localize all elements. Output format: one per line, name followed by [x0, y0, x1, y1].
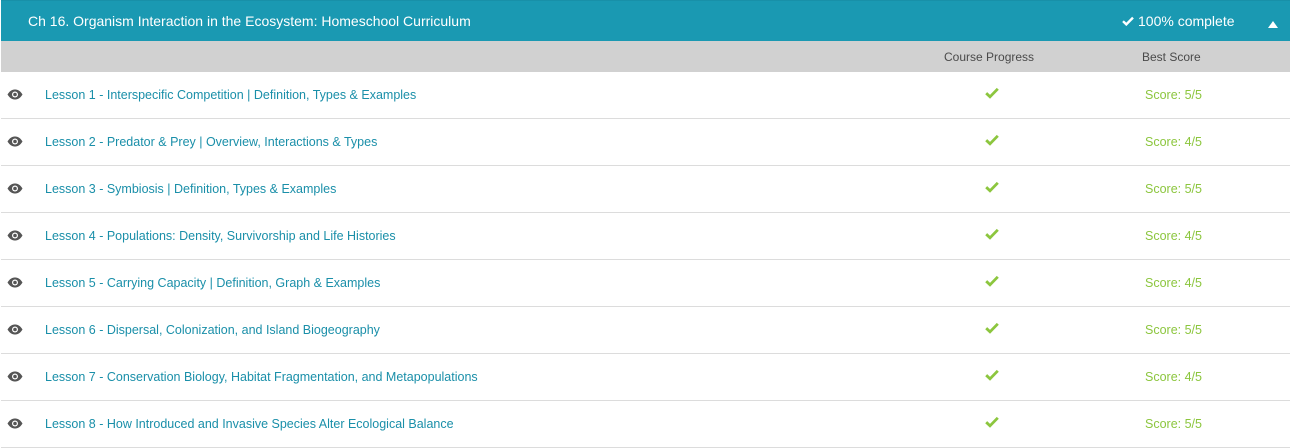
lesson-link[interactable]: Lesson 7 - Conservation Biology, Habitat… — [45, 370, 478, 384]
lesson-score: Score: 5/5 — [1145, 323, 1202, 337]
completion-label: 100% complete — [1138, 13, 1235, 29]
lesson-score: Score: 5/5 — [1145, 417, 1202, 431]
lesson-score: Score: 5/5 — [1145, 88, 1202, 102]
chapter-panel: Ch 16. Organism Interaction in the Ecosy… — [1, 0, 1290, 448]
lesson-link[interactable]: Lesson 2 - Predator & Prey | Overview, I… — [45, 135, 377, 149]
check-icon — [985, 134, 999, 146]
check-icon — [985, 322, 999, 334]
lesson-row: Lesson 8 - How Introduced and Invasive S… — [1, 401, 1290, 448]
lesson-score: Score: 4/5 — [1145, 229, 1202, 243]
check-icon — [1122, 16, 1134, 26]
lesson-row: Lesson 4 - Populations: Density, Survivo… — [1, 213, 1290, 260]
lesson-row: Lesson 3 - Symbiosis | Definition, Types… — [1, 166, 1290, 213]
eye-icon[interactable] — [7, 230, 23, 241]
lesson-score: Score: 4/5 — [1145, 276, 1202, 290]
column-header-score: Best Score — [1142, 50, 1201, 64]
check-icon — [985, 181, 999, 193]
lesson-link[interactable]: Lesson 4 - Populations: Density, Survivo… — [45, 229, 396, 243]
caret-up-icon[interactable] — [1268, 15, 1278, 33]
eye-icon[interactable] — [7, 418, 23, 429]
check-icon — [985, 416, 999, 428]
lesson-link[interactable]: Lesson 3 - Symbiosis | Definition, Types… — [45, 182, 336, 196]
eye-icon[interactable] — [7, 371, 23, 382]
lesson-row: Lesson 7 - Conservation Biology, Habitat… — [1, 354, 1290, 401]
check-icon — [985, 228, 999, 240]
lesson-score: Score: 4/5 — [1145, 135, 1202, 149]
lesson-link[interactable]: Lesson 6 - Dispersal, Colonization, and … — [45, 323, 380, 337]
lesson-row: Lesson 2 - Predator & Prey | Overview, I… — [1, 119, 1290, 166]
eye-icon[interactable] — [7, 89, 23, 100]
lesson-row: Lesson 6 - Dispersal, Colonization, and … — [1, 307, 1290, 354]
eye-icon[interactable] — [7, 183, 23, 194]
chapter-header[interactable]: Ch 16. Organism Interaction in the Ecosy… — [1, 0, 1290, 41]
chapter-title: Ch 16. Organism Interaction in the Ecosy… — [28, 13, 471, 29]
eye-icon[interactable] — [7, 277, 23, 288]
lesson-score: Score: 4/5 — [1145, 370, 1202, 384]
check-icon — [985, 369, 999, 381]
lesson-list: Lesson 1 - Interspecific Competition | D… — [1, 72, 1290, 448]
eye-icon[interactable] — [7, 136, 23, 147]
check-icon — [985, 87, 999, 99]
check-icon — [985, 275, 999, 287]
lesson-link[interactable]: Lesson 5 - Carrying Capacity | Definitio… — [45, 276, 380, 290]
lesson-link[interactable]: Lesson 8 - How Introduced and Invasive S… — [45, 417, 454, 431]
column-header-progress: Course Progress — [944, 50, 1035, 64]
eye-icon[interactable] — [7, 324, 23, 335]
lesson-row: Lesson 1 - Interspecific Competition | D… — [1, 72, 1290, 119]
completion-status: 100% complete — [1122, 13, 1235, 29]
lesson-row: Lesson 5 - Carrying Capacity | Definitio… — [1, 260, 1290, 307]
lesson-link[interactable]: Lesson 1 - Interspecific Competition | D… — [45, 88, 416, 102]
column-header-bar: Course Progress Best Score — [1, 41, 1290, 72]
lesson-score: Score: 5/5 — [1145, 182, 1202, 196]
